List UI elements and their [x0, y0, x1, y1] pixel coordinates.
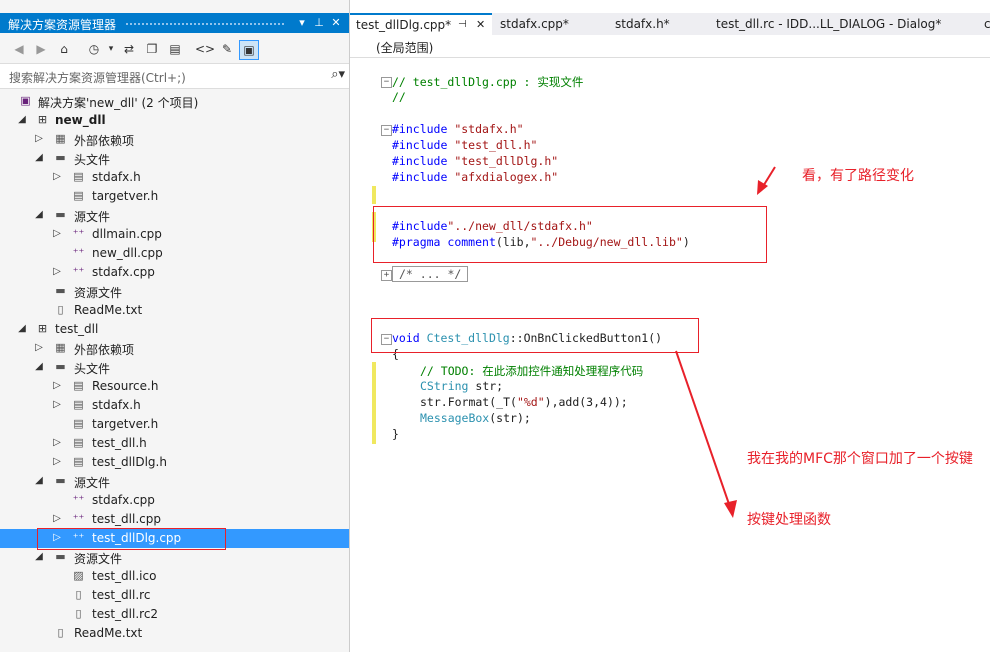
annotation-path-changed: 看，有了路径变化 [802, 168, 914, 184]
arrow-line-handler [675, 350, 731, 508]
annotation-handler: 按键处理函数 [747, 512, 831, 528]
annotation-added-button: 我在我的MFC那个窗口加了一个按键 [747, 451, 973, 467]
arrow-head-handler [724, 500, 737, 518]
annotation-arrows [675, 166, 776, 518]
